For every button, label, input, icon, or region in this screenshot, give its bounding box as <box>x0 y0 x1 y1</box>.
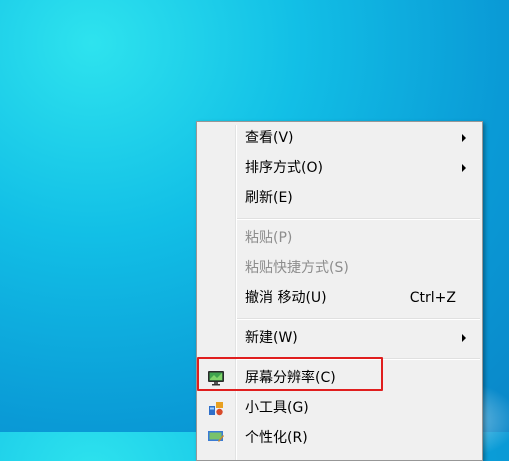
menu-item-paste[interactable]: 粘贴(P) <box>199 225 480 251</box>
menu-item-label: 撤消 移动(U) <box>245 290 327 306</box>
menu-item-gadgets[interactable]: 小工具(G) <box>199 395 480 421</box>
menu-separator <box>237 318 480 320</box>
menu-item-personalize[interactable]: 个性化(R) <box>199 425 480 451</box>
menu-item-label: 查看(V) <box>245 130 294 146</box>
menu-separator <box>237 218 480 220</box>
desktop-context-menu: 查看(V) 排序方式(O) 刷新(E) 粘贴(P) 粘贴快捷方式(S) 撤消 移… <box>196 121 483 461</box>
menu-item-shortcut: Ctrl+Z <box>409 290 456 306</box>
submenu-arrow-icon <box>462 164 466 172</box>
highlight-box <box>197 357 383 391</box>
menu-item-view[interactable]: 查看(V) <box>199 125 480 151</box>
menu-item-sort-by[interactable]: 排序方式(O) <box>199 155 480 181</box>
menu-item-label: 排序方式(O) <box>245 160 323 176</box>
menu-item-paste-shortcut[interactable]: 粘贴快捷方式(S) <box>199 255 480 281</box>
menu-item-label: 新建(W) <box>245 330 298 346</box>
submenu-arrow-icon <box>462 334 466 342</box>
gadgets-icon <box>207 399 225 417</box>
menu-item-undo-move[interactable]: 撤消 移动(U) Ctrl+Z <box>199 285 480 311</box>
menu-item-refresh[interactable]: 刷新(E) <box>199 185 480 211</box>
submenu-arrow-icon <box>462 134 466 142</box>
menu-item-label: 刷新(E) <box>245 190 293 206</box>
menu-item-label: 个性化(R) <box>245 430 308 446</box>
menu-item-label: 小工具(G) <box>245 400 309 416</box>
menu-item-new[interactable]: 新建(W) <box>199 325 480 351</box>
menu-item-label: 粘贴快捷方式(S) <box>245 260 349 276</box>
menu-item-label: 粘贴(P) <box>245 230 293 246</box>
